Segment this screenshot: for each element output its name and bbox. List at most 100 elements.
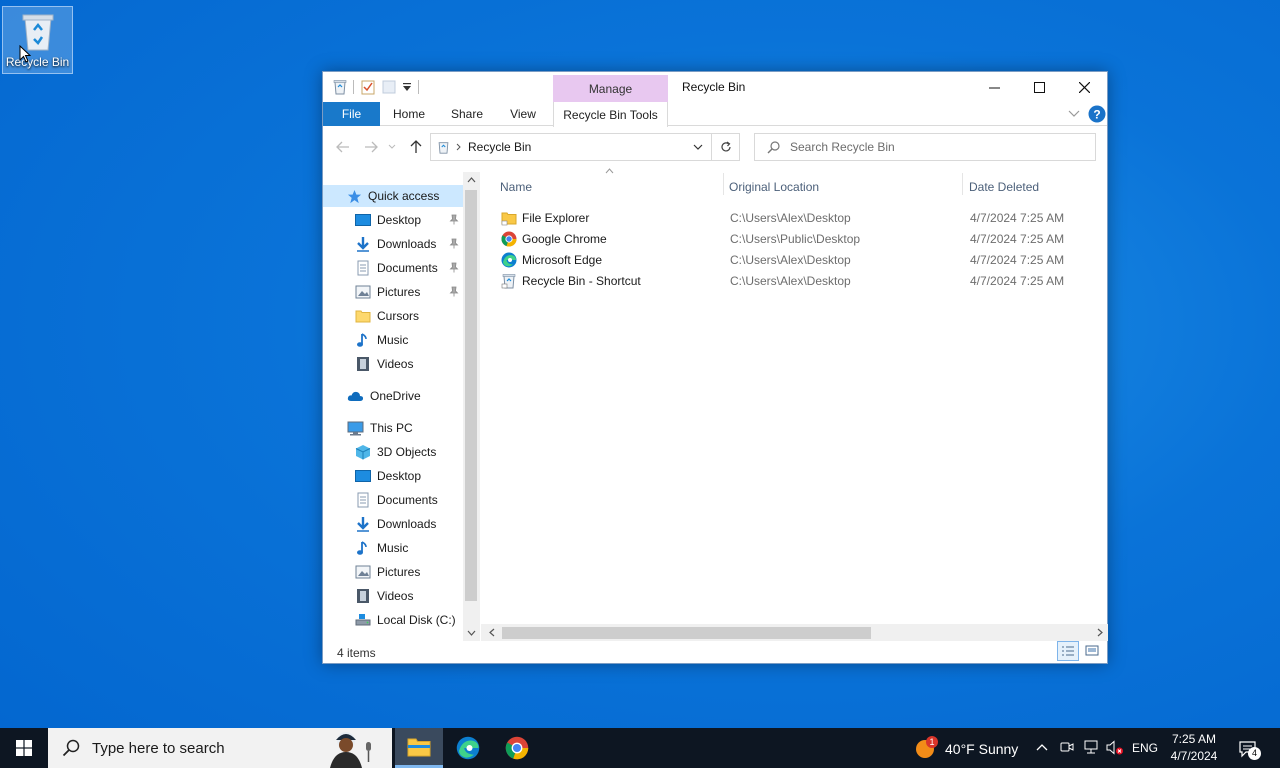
nav-quick-cursors[interactable]: Cursors <box>355 305 463 327</box>
pin-icon[interactable] <box>449 238 459 249</box>
search-input[interactable] <box>790 140 1070 154</box>
large-icons-view-button[interactable] <box>1081 641 1103 661</box>
scroll-left-button[interactable] <box>483 624 500 641</box>
nav-scroll-thumb[interactable] <box>465 190 477 601</box>
notification-count-badge: 4 <box>1248 747 1261 760</box>
customize-toolbar-icon[interactable] <box>402 82 412 92</box>
file-row[interactable]: Google Chrome C:\Users\Public\Desktop 4/… <box>481 228 1091 249</box>
quick-access-toolbar <box>333 79 419 95</box>
taskbar-search-input[interactable] <box>92 739 312 757</box>
maximize-button[interactable] <box>1016 72 1062 102</box>
weather-text[interactable]: 40°F Sunny <box>945 741 1018 757</box>
minimize-icon <box>988 87 1000 88</box>
explorer-window: Manage Recycle Bin File Home Share View … <box>322 71 1108 664</box>
nav-pc-videos[interactable]: Videos <box>355 585 463 607</box>
nav-quick-access[interactable]: Quick access <box>323 185 463 207</box>
nav-quick-downloads[interactable]: Downloads <box>355 233 463 255</box>
tab-file[interactable]: File <box>323 102 380 126</box>
document-icon <box>357 492 369 508</box>
pin-icon[interactable] <box>449 286 459 297</box>
tab-home[interactable]: Home <box>385 102 433 126</box>
taskbar: 1 40°F Sunny ENG 7:25 AM 4/7/2024 4 <box>0 728 1280 768</box>
file-row[interactable]: Microsoft Edge C:\Users\Alex\Desktop 4/7… <box>481 249 1091 270</box>
forward-button[interactable] <box>361 138 381 156</box>
search-box[interactable] <box>754 133 1096 161</box>
scroll-right-button[interactable] <box>1091 624 1108 641</box>
expand-ribbon-icon[interactable] <box>1068 110 1080 118</box>
taskbar-file-explorer[interactable] <box>395 728 443 768</box>
properties-icon[interactable] <box>360 79 376 95</box>
language-indicator[interactable]: ENG <box>1132 741 1158 755</box>
nav-label: Music <box>377 333 409 347</box>
nav-label: Desktop <box>377 469 422 483</box>
details-view-button[interactable] <box>1057 641 1079 661</box>
desktop-icon-recycle-bin[interactable]: Recycle Bin <box>2 6 73 74</box>
file-name: Microsoft Edge <box>522 252 603 267</box>
cube-icon <box>355 445 371 460</box>
up-button[interactable] <box>406 138 426 156</box>
taskbar-search[interactable] <box>48 728 392 768</box>
chevron-up-icon[interactable] <box>1036 743 1048 751</box>
nav-pc-local-disk[interactable]: Local Disk (C:) <box>355 609 463 631</box>
taskbar-edge[interactable] <box>444 728 492 768</box>
address-bar[interactable]: Recycle Bin <box>430 133 712 161</box>
scroll-up-button[interactable] <box>463 172 480 188</box>
scroll-down-button[interactable] <box>463 625 480 641</box>
file-row[interactable]: File Explorer C:\Users\Alex\Desktop 4/7/… <box>481 207 1091 228</box>
computer-icon <box>347 421 364 435</box>
column-header-original-location[interactable]: Original Location <box>710 173 950 201</box>
tab-view[interactable]: View <box>499 102 547 126</box>
refresh-button[interactable] <box>712 133 740 161</box>
chevron-right-icon[interactable] <box>456 143 462 151</box>
arrow-up-icon <box>410 140 422 153</box>
tab-recycle-bin-tools[interactable]: Recycle Bin Tools <box>553 102 668 127</box>
nav-pc-downloads[interactable]: Downloads <box>355 513 463 535</box>
pin-icon[interactable] <box>449 262 459 273</box>
nav-pc-pictures[interactable]: Pictures <box>355 561 463 583</box>
nav-label: 3D Objects <box>377 445 437 459</box>
back-button[interactable] <box>333 138 353 156</box>
nav-quick-pictures[interactable]: Pictures <box>355 281 463 303</box>
clock[interactable]: 7:25 AM 4/7/2024 <box>1162 731 1226 765</box>
horizontal-scrollbar[interactable] <box>481 624 1108 641</box>
pictures-icon <box>355 285 371 299</box>
nav-quick-desktop[interactable]: Desktop <box>355 209 463 231</box>
nav-pc-music[interactable]: Music <box>355 537 463 559</box>
nav-pc-3d-objects[interactable]: 3D Objects <box>355 441 463 463</box>
column-header-name[interactable]: Name <box>481 173 723 201</box>
music-note-icon <box>357 333 367 347</box>
nav-quick-documents[interactable]: Documents <box>355 257 463 279</box>
volume-muted-icon[interactable] <box>1106 740 1124 756</box>
nav-label: Downloads <box>377 237 437 251</box>
address-dropdown-icon[interactable] <box>693 144 703 151</box>
meet-now-icon[interactable] <box>1060 740 1074 754</box>
taskbar-chrome[interactable] <box>493 728 541 768</box>
nav-onedrive[interactable]: OneDrive <box>323 385 463 407</box>
new-folder-icon[interactable] <box>382 79 396 95</box>
nav-quick-videos[interactable]: Videos <box>355 353 463 375</box>
chrome-icon <box>505 736 529 760</box>
star-icon <box>347 189 362 203</box>
network-icon[interactable] <box>1083 740 1099 755</box>
chevron-down-icon <box>388 144 396 149</box>
nav-label: This PC <box>370 421 413 435</box>
close-button[interactable] <box>1061 72 1107 102</box>
item-count: 4 items <box>337 646 376 660</box>
manage-contextual-tab[interactable]: Manage <box>553 75 668 102</box>
nav-this-pc[interactable]: This PC <box>323 417 463 439</box>
nav-scrollbar[interactable] <box>463 172 480 641</box>
nav-pc-desktop[interactable]: Desktop <box>355 465 463 487</box>
minimize-button[interactable] <box>971 72 1017 102</box>
nav-label: Downloads <box>377 517 437 531</box>
nav-quick-music[interactable]: Music <box>355 329 463 351</box>
search-highlight-icon[interactable] <box>316 728 380 768</box>
help-icon[interactable]: ? <box>1088 105 1106 123</box>
nav-pc-documents[interactable]: Documents <box>355 489 463 511</box>
column-header-date-deleted[interactable]: Date Deleted <box>950 173 1108 201</box>
pin-icon[interactable] <box>449 214 459 225</box>
horizontal-scroll-thumb[interactable] <box>502 627 871 639</box>
start-button[interactable] <box>0 728 48 768</box>
recent-locations-button[interactable] <box>386 138 398 156</box>
tab-share[interactable]: Share <box>443 102 491 126</box>
file-row[interactable]: Recycle Bin - Shortcut C:\Users\Alex\Des… <box>481 270 1091 291</box>
